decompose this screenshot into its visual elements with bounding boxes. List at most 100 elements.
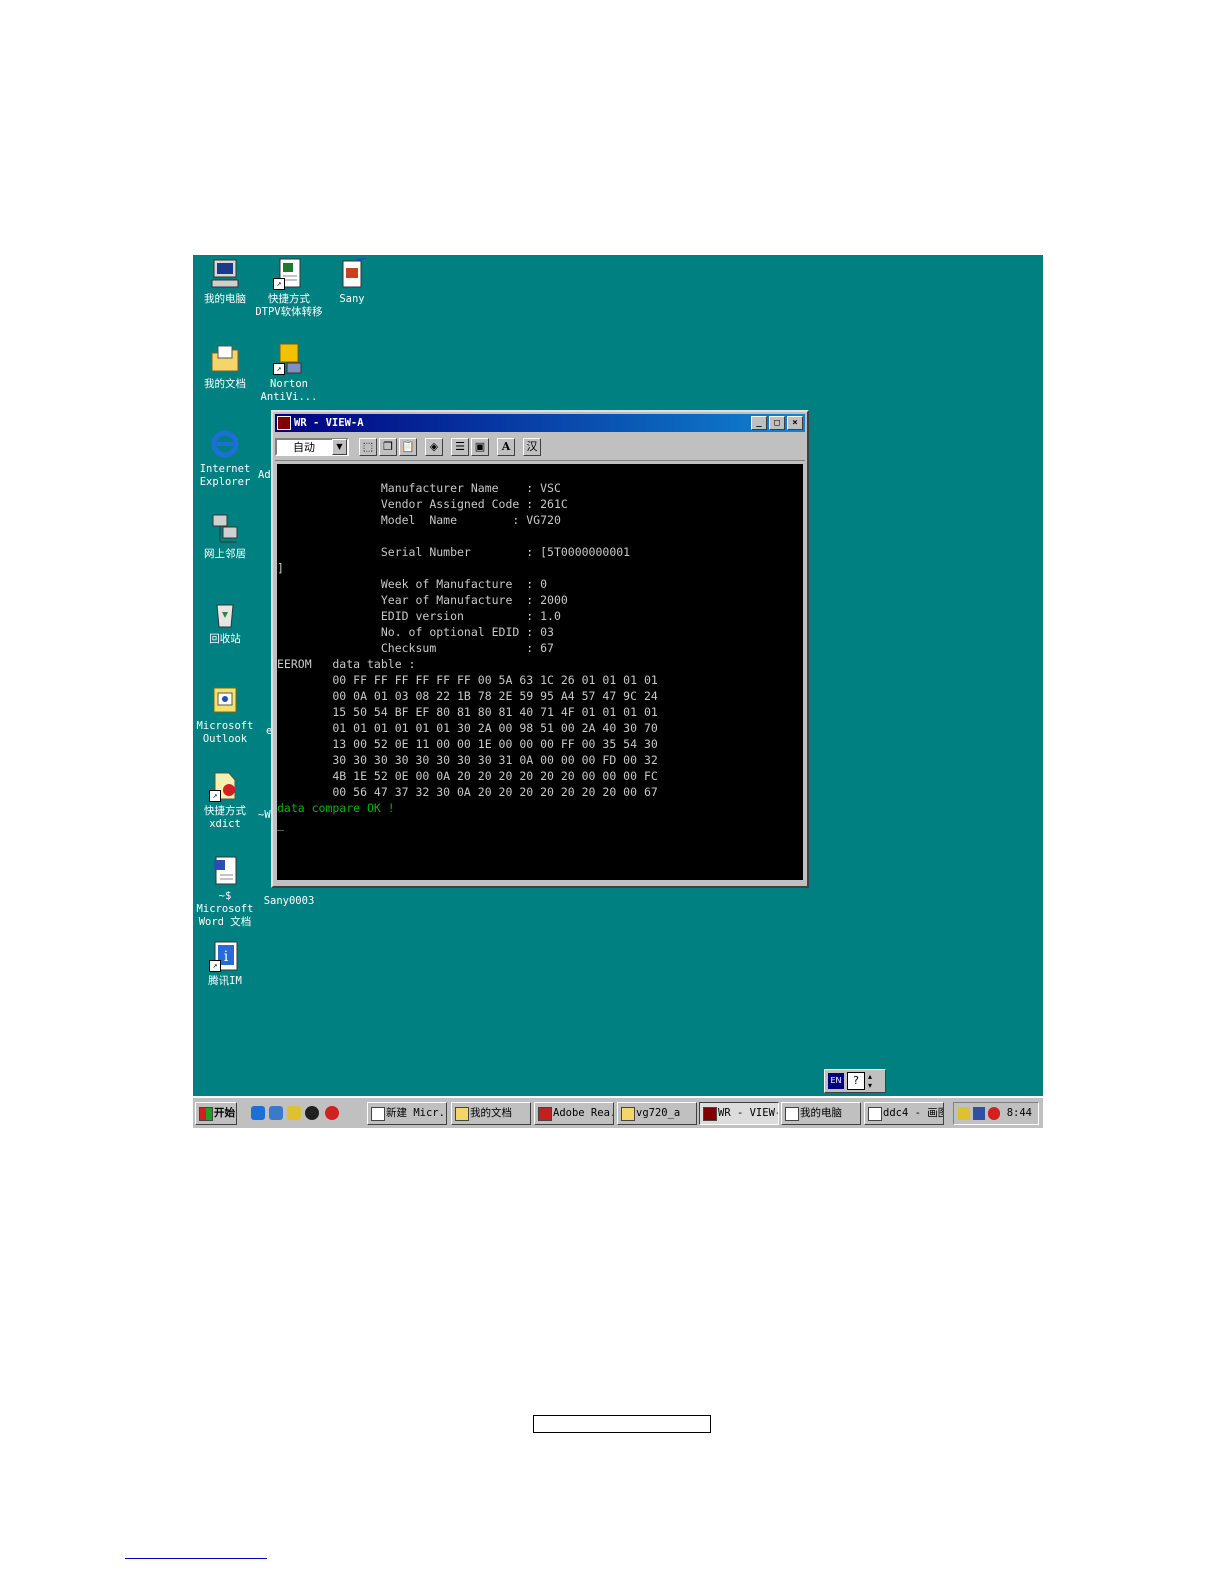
desktop-icon-my-documents[interactable]: 我的文档 [193, 343, 260, 391]
console-line: Week of Manufacture : 0 [277, 577, 548, 591]
window-title: WR - VIEW-A [294, 417, 364, 429]
my-documents-icon [209, 343, 241, 375]
task-vg720-folder[interactable]: vg720_a [617, 1102, 697, 1125]
my-computer-icon [209, 258, 241, 290]
norton-antivirus-icon: ↗ [273, 343, 305, 375]
outlook-icon [209, 685, 241, 717]
console-line: Manufacturer Name : VSC [277, 481, 561, 495]
console-line: 00 56 47 37 32 30 0A 20 20 20 20 20 20 2… [277, 785, 658, 799]
recycle-bin-icon [209, 598, 241, 630]
font-size-value: 自动 [293, 441, 315, 454]
task-my-documents[interactable]: 我的文档 [451, 1102, 531, 1125]
desktop-icon-network-neighborhood[interactable]: 网上邻居 [193, 513, 260, 561]
desktop-icon-norton[interactable]: ↗ Norton AntiVi... [254, 343, 324, 404]
font-button[interactable]: A [497, 438, 515, 456]
fullscreen-icon[interactable]: ◈ [425, 438, 443, 456]
system-tray: 8:44 [953, 1102, 1039, 1125]
task-paint[interactable]: ddc4 - 画图 [864, 1102, 944, 1125]
flashget-quicklaunch-icon[interactable] [325, 1106, 339, 1120]
console-line: ] [277, 561, 284, 575]
ime-tray-icon[interactable] [973, 1107, 985, 1120]
paint-icon [868, 1107, 882, 1121]
my-computer-icon [785, 1107, 799, 1121]
window-toolbar: 自动 ▼ ⬚ ❐ 📋 ◈ ☰ ▣ A 汉 [275, 434, 805, 461]
outlook-quicklaunch-icon[interactable] [269, 1106, 283, 1120]
console-line: 4B 1E 52 0E 00 0A 20 20 20 20 20 20 00 0… [277, 769, 658, 783]
console-line: Serial Number : [5T0000000001 [277, 545, 631, 559]
minimize-button[interactable]: _ [751, 416, 767, 430]
desktop-icon-my-computer[interactable]: 我的电脑 [193, 258, 260, 306]
tencent-im-shortcut-icon: i ↗ [209, 940, 241, 972]
partial-icon-label-ad: Ad [258, 469, 271, 481]
taskbar: 开始 新建 Micr... 我的文档 Adobe Rea... vg720_a … [193, 1096, 1043, 1128]
ie-quicklaunch-icon[interactable] [251, 1106, 265, 1120]
desktop-quicklaunch-icon[interactable] [287, 1106, 301, 1120]
close-button[interactable]: × [787, 416, 803, 430]
chinese-input-button[interactable]: 汉 [523, 438, 541, 456]
acrobat-icon [538, 1107, 552, 1121]
task-adobe-reader[interactable]: Adobe Rea... [534, 1102, 614, 1125]
word-document-icon [209, 855, 241, 887]
desktop-icon-internet-explorer[interactable]: Internet Explorer [193, 428, 260, 489]
desktop-icon-xdict[interactable]: ↗ 快捷方式 xdict [193, 770, 260, 831]
paste-icon[interactable]: 📋 [399, 438, 417, 456]
ime-options-icon[interactable]: ▴ ▾ [868, 1072, 872, 1090]
console-app-icon [703, 1107, 717, 1121]
ime-language-indicator[interactable]: EN [828, 1073, 844, 1089]
clock[interactable]: 8:44 [1007, 1107, 1032, 1119]
console-app-icon [277, 416, 291, 430]
ime-toolbar: EN ? ▴ ▾ [824, 1069, 886, 1093]
desktop-screenshot: 我的电脑 ↗ 快捷方式 DTPV软体转移 Sany 我的文档 ↗ Norton … [193, 255, 1043, 1128]
console-cursor: _ [277, 817, 284, 831]
console-line: EDID version : 1.0 [277, 609, 561, 623]
console-line: No. of optional EDID : 03 [277, 625, 554, 639]
desktop-icon-outlook[interactable]: Microsoft Outlook [193, 685, 260, 746]
qq-quicklaunch-icon[interactable] [305, 1106, 319, 1120]
task-wr-view-a[interactable]: WR - VIEW-A [699, 1102, 779, 1125]
volume-icon[interactable] [958, 1107, 970, 1120]
console-line: 00 FF FF FF FF FF FF 00 5A 63 1C 26 01 0… [277, 673, 658, 687]
partial-icon-label-w: ~W [258, 809, 271, 821]
xdict-shortcut-icon: ↗ [209, 770, 241, 802]
chevron-down-icon[interactable]: ▼ [332, 439, 347, 455]
footnote-rule [125, 1558, 267, 1559]
start-button[interactable]: 开始 [195, 1102, 237, 1125]
maximize-button[interactable]: □ [769, 416, 785, 430]
console-output: Manufacturer Name : VSC Vendor Assigned … [277, 464, 803, 880]
console-line: 00 0A 01 03 08 22 1B 78 2E 59 95 A4 57 4… [277, 689, 658, 703]
console-line: 01 01 01 01 01 01 30 2A 00 98 51 00 2A 4… [277, 721, 658, 735]
console-line: 30 30 30 30 30 30 30 30 31 0A 00 00 00 F… [277, 753, 658, 767]
folder-icon [621, 1107, 635, 1121]
ime-help-button[interactable]: ? [847, 1072, 865, 1090]
desktop-icon-dtpv-shortcut[interactable]: ↗ 快捷方式 DTPV软体转移 [254, 258, 324, 319]
desktop-icon-tencent-im[interactable]: i ↗ 腾讯IM [193, 940, 260, 988]
console-line: EEROM data table : [277, 657, 416, 671]
console-window[interactable]: WR - VIEW-A _ □ × 自动 ▼ ⬚ ❐ 📋 ◈ ☰ ▣ A 汉 M… [271, 410, 809, 888]
task-my-computer[interactable]: 我的电脑 [781, 1102, 861, 1125]
windows-logo-icon [199, 1107, 213, 1121]
font-size-select[interactable]: 自动 ▼ [275, 438, 349, 456]
mark-icon[interactable]: ⬚ [359, 438, 377, 456]
console-line: Vendor Assigned Code : 261C [277, 497, 568, 511]
console-line: 13 00 52 0E 11 00 00 1E 00 00 00 FF 00 3… [277, 737, 658, 751]
desktop-icon-recycle-bin[interactable]: 回收站 [193, 598, 260, 646]
copy-icon[interactable]: ❐ [379, 438, 397, 456]
word-icon [371, 1107, 385, 1121]
image-file-icon [336, 257, 368, 290]
network-neighborhood-icon [209, 513, 241, 545]
console-line: Checksum : 67 [277, 641, 554, 655]
desktop-icon-sany[interactable]: Sany [317, 257, 387, 306]
task-new-word-doc[interactable]: 新建 Micr... [367, 1102, 447, 1125]
console-line: Year of Manufacture : 2000 [277, 593, 568, 607]
console-line: Model Name : VG720 [277, 513, 561, 527]
caption-box [533, 1415, 711, 1433]
window-titlebar[interactable]: WR - VIEW-A _ □ × [275, 414, 805, 432]
console-status-line: data compare OK ! [277, 801, 395, 815]
desktop-icon-word-document[interactable]: ~$ Microsoft Word 文档 [193, 855, 260, 929]
console-line: 15 50 54 BF EF 80 81 80 81 40 71 4F 01 0… [277, 705, 658, 719]
background-icon[interactable]: ▣ [471, 438, 489, 456]
properties-icon[interactable]: ☰ [451, 438, 469, 456]
internet-explorer-icon [209, 428, 241, 460]
flashget-tray-icon[interactable] [988, 1107, 1000, 1120]
excel-shortcut-icon: ↗ [273, 258, 305, 290]
